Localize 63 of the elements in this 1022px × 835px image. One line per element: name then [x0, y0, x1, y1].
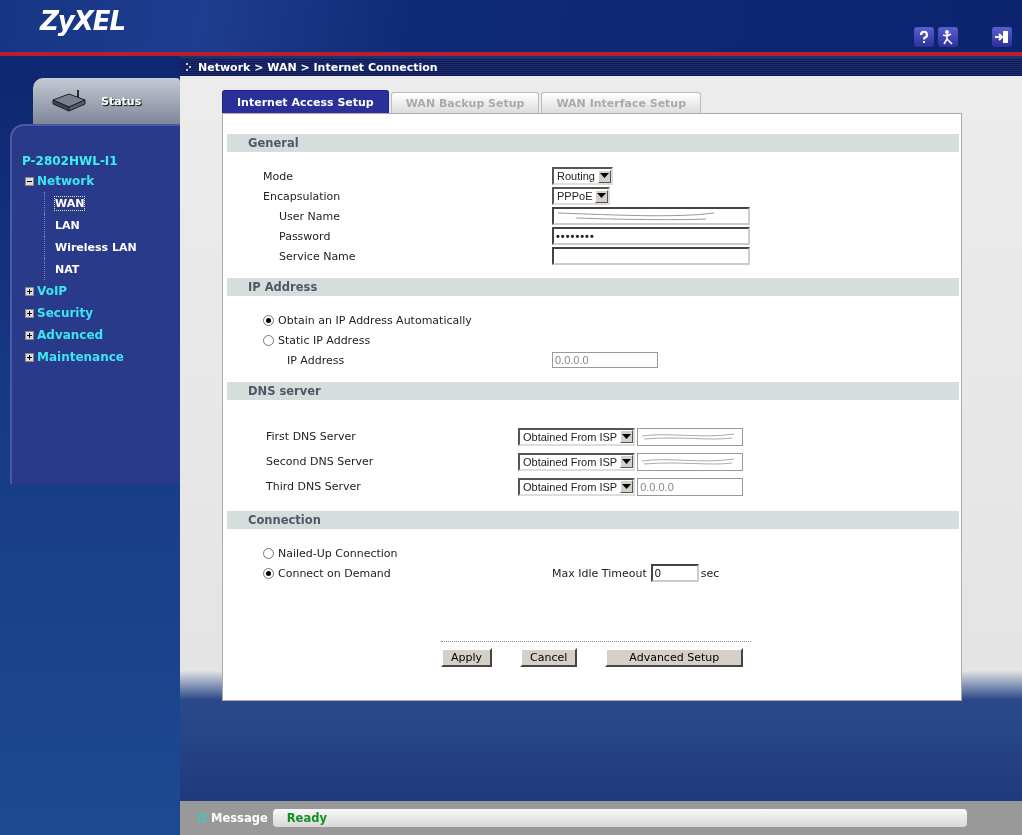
menu-item[interactable]: VoIP: [37, 284, 68, 298]
router-icon: [51, 88, 87, 114]
expand-icon[interactable]: [25, 286, 34, 296]
radio-button[interactable]: [263, 567, 274, 579]
message-label: Message: [211, 811, 268, 825]
grip-icon: [186, 63, 192, 71]
field-label: Third DNS Server: [266, 480, 362, 493]
dropdown[interactable]: PPPoE: [552, 187, 611, 205]
logout-icon[interactable]: [992, 27, 1012, 47]
unit-label: sec: [700, 566, 720, 580]
text-field[interactable]: [552, 207, 750, 225]
expand-icon[interactable]: [25, 308, 34, 318]
field-label: User Name: [279, 209, 342, 223]
menu-item[interactable]: Advanced: [37, 328, 104, 342]
dropdown[interactable]: Obtained From ISP: [518, 452, 636, 471]
logo: ZyXEL: [40, 6, 126, 36]
radio-label: Nailed-Up Connection: [278, 546, 398, 560]
device-name: P-2802HWL-I1: [22, 154, 119, 168]
menu-item[interactable]: Network: [37, 174, 95, 188]
section-title: General: [248, 136, 299, 150]
collapse-icon[interactable]: [25, 176, 34, 186]
expand-icon[interactable]: [25, 330, 34, 340]
breadcrumb: Network > WAN > Internet Connection: [198, 60, 438, 74]
radio-label: Connect on Demand: [278, 566, 391, 580]
menu-item[interactable]: Security: [37, 306, 94, 320]
submenu-item[interactable]: NAT: [55, 262, 80, 276]
submenu-item[interactable]: Wireless LAN: [55, 240, 137, 254]
grip-icon: [198, 814, 206, 822]
field-label: First DNS Server: [266, 430, 357, 443]
section-title: Connection: [248, 513, 321, 527]
form-button[interactable]: Advanced Setup: [605, 648, 744, 667]
field-label: Password: [279, 229, 332, 243]
section-title: DNS server: [248, 384, 321, 398]
radio-label: Static IP Address: [278, 333, 371, 347]
text-field[interactable]: [637, 452, 744, 471]
text-field[interactable]: 0.0.0.0: [637, 477, 744, 496]
radio-label: Obtain an IP Address Automatically: [278, 313, 472, 327]
submenu-item[interactable]: WAN: [55, 196, 85, 210]
text-field[interactable]: ••••••••: [552, 227, 750, 245]
radio-button[interactable]: [263, 547, 274, 559]
form-button[interactable]: Cancel: [520, 648, 578, 667]
radio-button[interactable]: [263, 334, 274, 346]
field-label: Mode: [263, 169, 294, 183]
text-field[interactable]: [637, 427, 744, 446]
dropdown[interactable]: Obtained From ISP: [518, 477, 636, 496]
timeout-field[interactable]: 0: [650, 564, 699, 582]
radio-button[interactable]: [263, 314, 274, 326]
timeout-label: Max Idle Timeout: [552, 566, 647, 580]
section-title: IP Address: [248, 280, 318, 294]
field-label: Second DNS Server: [266, 455, 375, 468]
submenu-item[interactable]: LAN: [55, 218, 80, 232]
menu-item[interactable]: Maintenance: [37, 350, 124, 364]
field-label: Encapsulation: [263, 189, 342, 203]
dropdown[interactable]: Routing: [552, 167, 613, 185]
dropdown[interactable]: Obtained From ISP: [518, 427, 636, 446]
field-label: IP Address: [287, 353, 346, 367]
form-button[interactable]: Apply: [441, 648, 493, 667]
tab[interactable]: Internet Access Setup: [222, 90, 389, 113]
text-field[interactable]: [552, 247, 750, 265]
message-field: Ready: [272, 809, 967, 827]
help-icon[interactable]: [914, 27, 934, 47]
expand-icon[interactable]: [25, 352, 34, 362]
field-label: Service Name: [279, 249, 357, 263]
